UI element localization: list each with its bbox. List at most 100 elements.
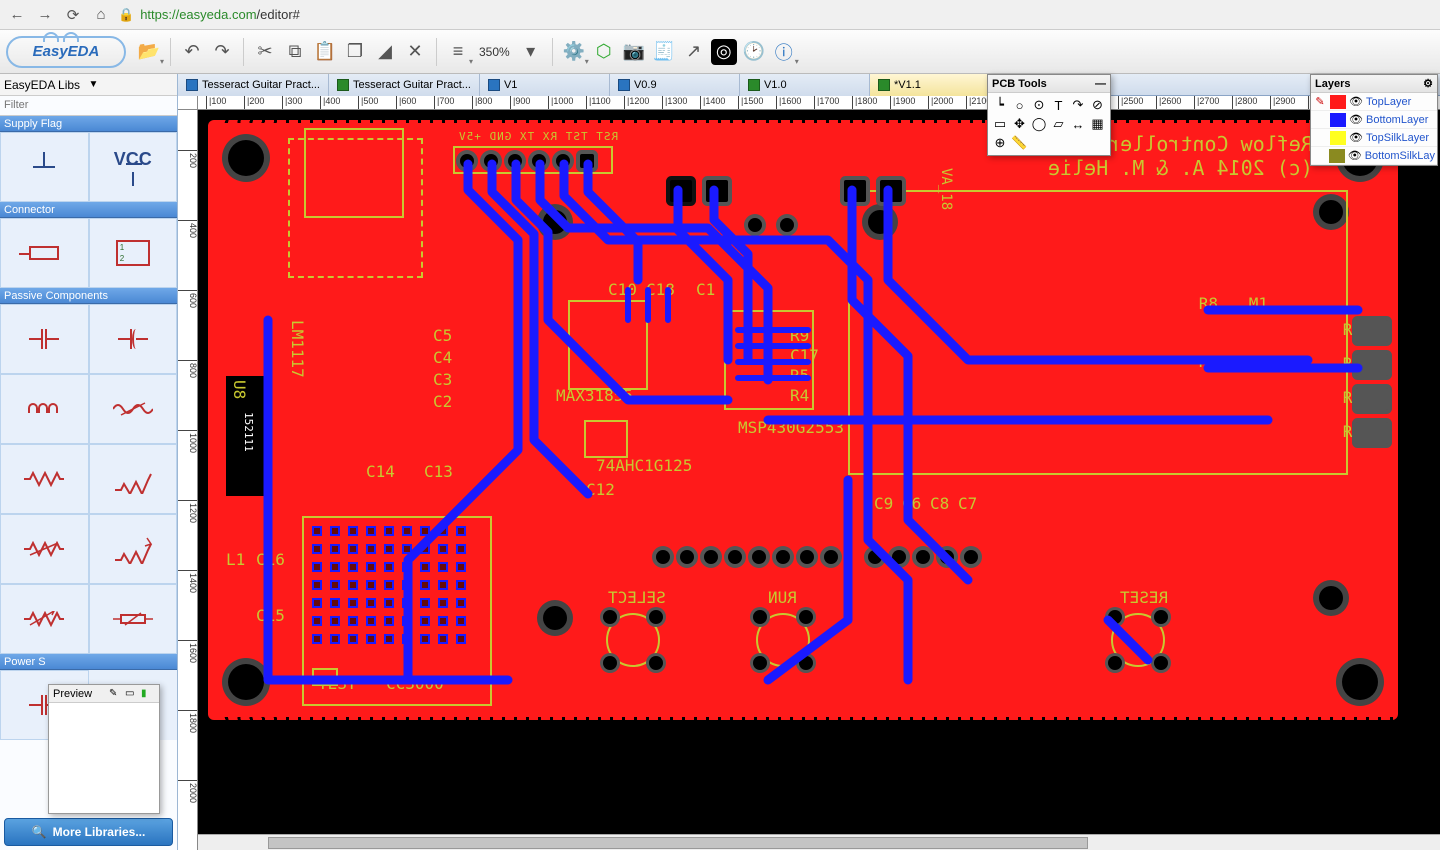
easyeda-logo[interactable]: EasyEDA	[6, 36, 126, 68]
text-tool-icon[interactable]: T	[1050, 96, 1068, 114]
eraser-icon[interactable]: ◢	[372, 39, 398, 65]
steam-icon[interactable]: ◎	[711, 39, 737, 65]
component-ind[interactable]	[0, 374, 89, 444]
camera-icon[interactable]: 📷	[621, 39, 647, 65]
silk-msp430: MSP430G2553	[738, 418, 844, 437]
component-vcc[interactable]: VCC	[89, 132, 178, 202]
polygon-tool-icon[interactable]: ▱	[1050, 115, 1068, 133]
silk-c3: C3	[433, 370, 452, 389]
duplicate-icon[interactable]: ❐	[342, 39, 368, 65]
component-pot[interactable]	[0, 584, 89, 654]
move-tool-icon[interactable]: ✥	[1011, 115, 1029, 133]
package-icon[interactable]: ▭	[125, 688, 139, 700]
component-conn-1[interactable]	[0, 218, 89, 288]
align-icon[interactable]: ≡	[445, 39, 471, 65]
component-cap[interactable]	[0, 304, 89, 374]
libs-dropdown[interactable]: EasyEDA Libs ▼	[0, 74, 177, 96]
pcb-canvas[interactable]: Reflow Controller 1.0 (c) 2014 A. & M. H…	[198, 110, 1440, 850]
image-tool-icon[interactable]: ▦	[1089, 115, 1107, 133]
dimension-tool-icon[interactable]: ↔	[1069, 115, 1087, 133]
document-tab[interactable]: Tesseract Guitar Pract...	[329, 74, 480, 96]
category-connector[interactable]: Connector	[0, 202, 177, 218]
gear-icon[interactable]: ⚙	[1423, 77, 1433, 90]
redo-icon[interactable]: ↷	[209, 39, 235, 65]
share-icon[interactable]: ⬡	[591, 39, 617, 65]
pcb-tools-panel: PCB Tools— ┕ ○ ⊙ T ↷ ⊘ ▭ ✥ ◯ ▱ ↔ ▦ ⊕ 📏	[987, 74, 1111, 156]
track-tool-icon[interactable]: ┕	[991, 96, 1009, 114]
pad-tool-icon[interactable]: ○	[1011, 96, 1029, 114]
component-res-diag[interactable]	[89, 444, 178, 514]
layer-row[interactable]: 👁 BottomLayer	[1311, 111, 1437, 129]
layer-name: TopSilkLayer	[1366, 132, 1435, 144]
paste-icon[interactable]: 📋	[312, 39, 338, 65]
filter-input[interactable]	[4, 96, 173, 114]
delete-icon[interactable]: ✕	[402, 39, 428, 65]
rect-tool-icon[interactable]: ▭	[991, 115, 1009, 133]
document-tab[interactable]: V1.0	[740, 74, 870, 96]
horizontal-scrollbar[interactable]	[198, 834, 1440, 850]
silk-u8: U8	[230, 380, 249, 399]
sch-icon	[488, 79, 500, 91]
libs-label: EasyEDA Libs	[4, 78, 89, 92]
bom-icon[interactable]: 🧾	[651, 39, 677, 65]
measure-tool-icon[interactable]: 📏	[1011, 134, 1029, 152]
eye-icon[interactable]: 👁	[1349, 113, 1363, 126]
layer-name: BottomSilkLay	[1365, 150, 1435, 162]
history-icon[interactable]: 🕑	[741, 39, 767, 65]
silk-c2: C2	[433, 392, 452, 411]
layers-panel: Layers⚙ ✎ 👁 TopLayer 👁 BottomLayer 👁 Top…	[1310, 74, 1438, 166]
silk-ic-outline	[584, 420, 628, 458]
eye-icon[interactable]: 👁	[1349, 131, 1363, 144]
layer-row[interactable]: 👁 TopSilkLayer	[1311, 129, 1437, 147]
info-icon[interactable]: ⓘ	[771, 39, 797, 65]
document-tab[interactable]: V1	[480, 74, 610, 96]
silk-c7: C7	[958, 494, 977, 513]
undo-icon[interactable]: ↶	[179, 39, 205, 65]
hole-tool-icon[interactable]: ⊘	[1089, 96, 1107, 114]
document-tab[interactable]: V0.9	[610, 74, 740, 96]
layer-row[interactable]: 👁 BottomSilkLay	[1311, 147, 1437, 165]
nav-back-icon[interactable]: ←	[6, 4, 28, 26]
zoom-down-icon[interactable]: ▾	[518, 39, 544, 65]
circle-tool-icon[interactable]: ◯	[1030, 115, 1048, 133]
component-cap-pol[interactable]	[89, 304, 178, 374]
minimize-icon[interactable]: —	[1095, 78, 1106, 90]
nav-fwd-icon[interactable]: →	[34, 4, 56, 26]
category-power[interactable]: Power S	[0, 654, 177, 670]
more-libraries-button[interactable]: 🔍 More Libraries...	[4, 818, 173, 846]
component-res-zig[interactable]	[0, 444, 89, 514]
export-icon[interactable]: ↗	[681, 39, 707, 65]
layer-row[interactable]: ✎ 👁 TopLayer	[1311, 93, 1437, 111]
battery-icon[interactable]: ▮	[141, 688, 155, 700]
open-icon[interactable]: 📂	[136, 39, 162, 65]
copy-icon[interactable]: ⧉	[282, 39, 308, 65]
gear-icon[interactable]: ⚙️	[561, 39, 587, 65]
origin-tool-icon[interactable]: ⊕	[991, 134, 1009, 152]
component-gnd[interactable]	[0, 132, 89, 202]
silk-l1: L1	[226, 550, 245, 569]
component-varistor[interactable]	[89, 584, 178, 654]
cut-icon[interactable]: ✂	[252, 39, 278, 65]
component-res-var2[interactable]	[89, 514, 178, 584]
eye-icon[interactable]: 👁	[1349, 95, 1363, 108]
component-ind-arrow[interactable]	[89, 374, 178, 444]
url-text[interactable]: https://easyeda.com/editor#	[140, 7, 1434, 22]
silk-u8-num: 152111	[242, 412, 255, 452]
eye-icon[interactable]: 👁	[1348, 149, 1362, 162]
via-tool-icon[interactable]: ⊙	[1030, 96, 1048, 114]
silk-c4: C4	[433, 348, 452, 367]
component-conn-2[interactable]: 12	[89, 218, 178, 288]
category-passive[interactable]: Passive Components	[0, 288, 177, 304]
nav-home-icon[interactable]: ⌂	[90, 4, 112, 26]
document-tab[interactable]: *V1.1	[870, 74, 1000, 96]
pencil-icon[interactable]: ✎	[109, 688, 123, 700]
component-res-var1[interactable]	[0, 514, 89, 584]
nav-reload-icon[interactable]: ⟳	[62, 4, 84, 26]
layer-name: TopLayer	[1366, 96, 1435, 108]
category-supply-flag[interactable]: Supply Flag	[0, 116, 177, 132]
capacitor-pol-icon	[118, 327, 148, 351]
arc-tool-icon[interactable]: ↷	[1069, 96, 1087, 114]
document-tab[interactable]: Tesseract Guitar Pract...	[178, 74, 329, 96]
potentiometer-icon	[24, 611, 64, 627]
zoom-label[interactable]: 350%	[479, 45, 510, 59]
